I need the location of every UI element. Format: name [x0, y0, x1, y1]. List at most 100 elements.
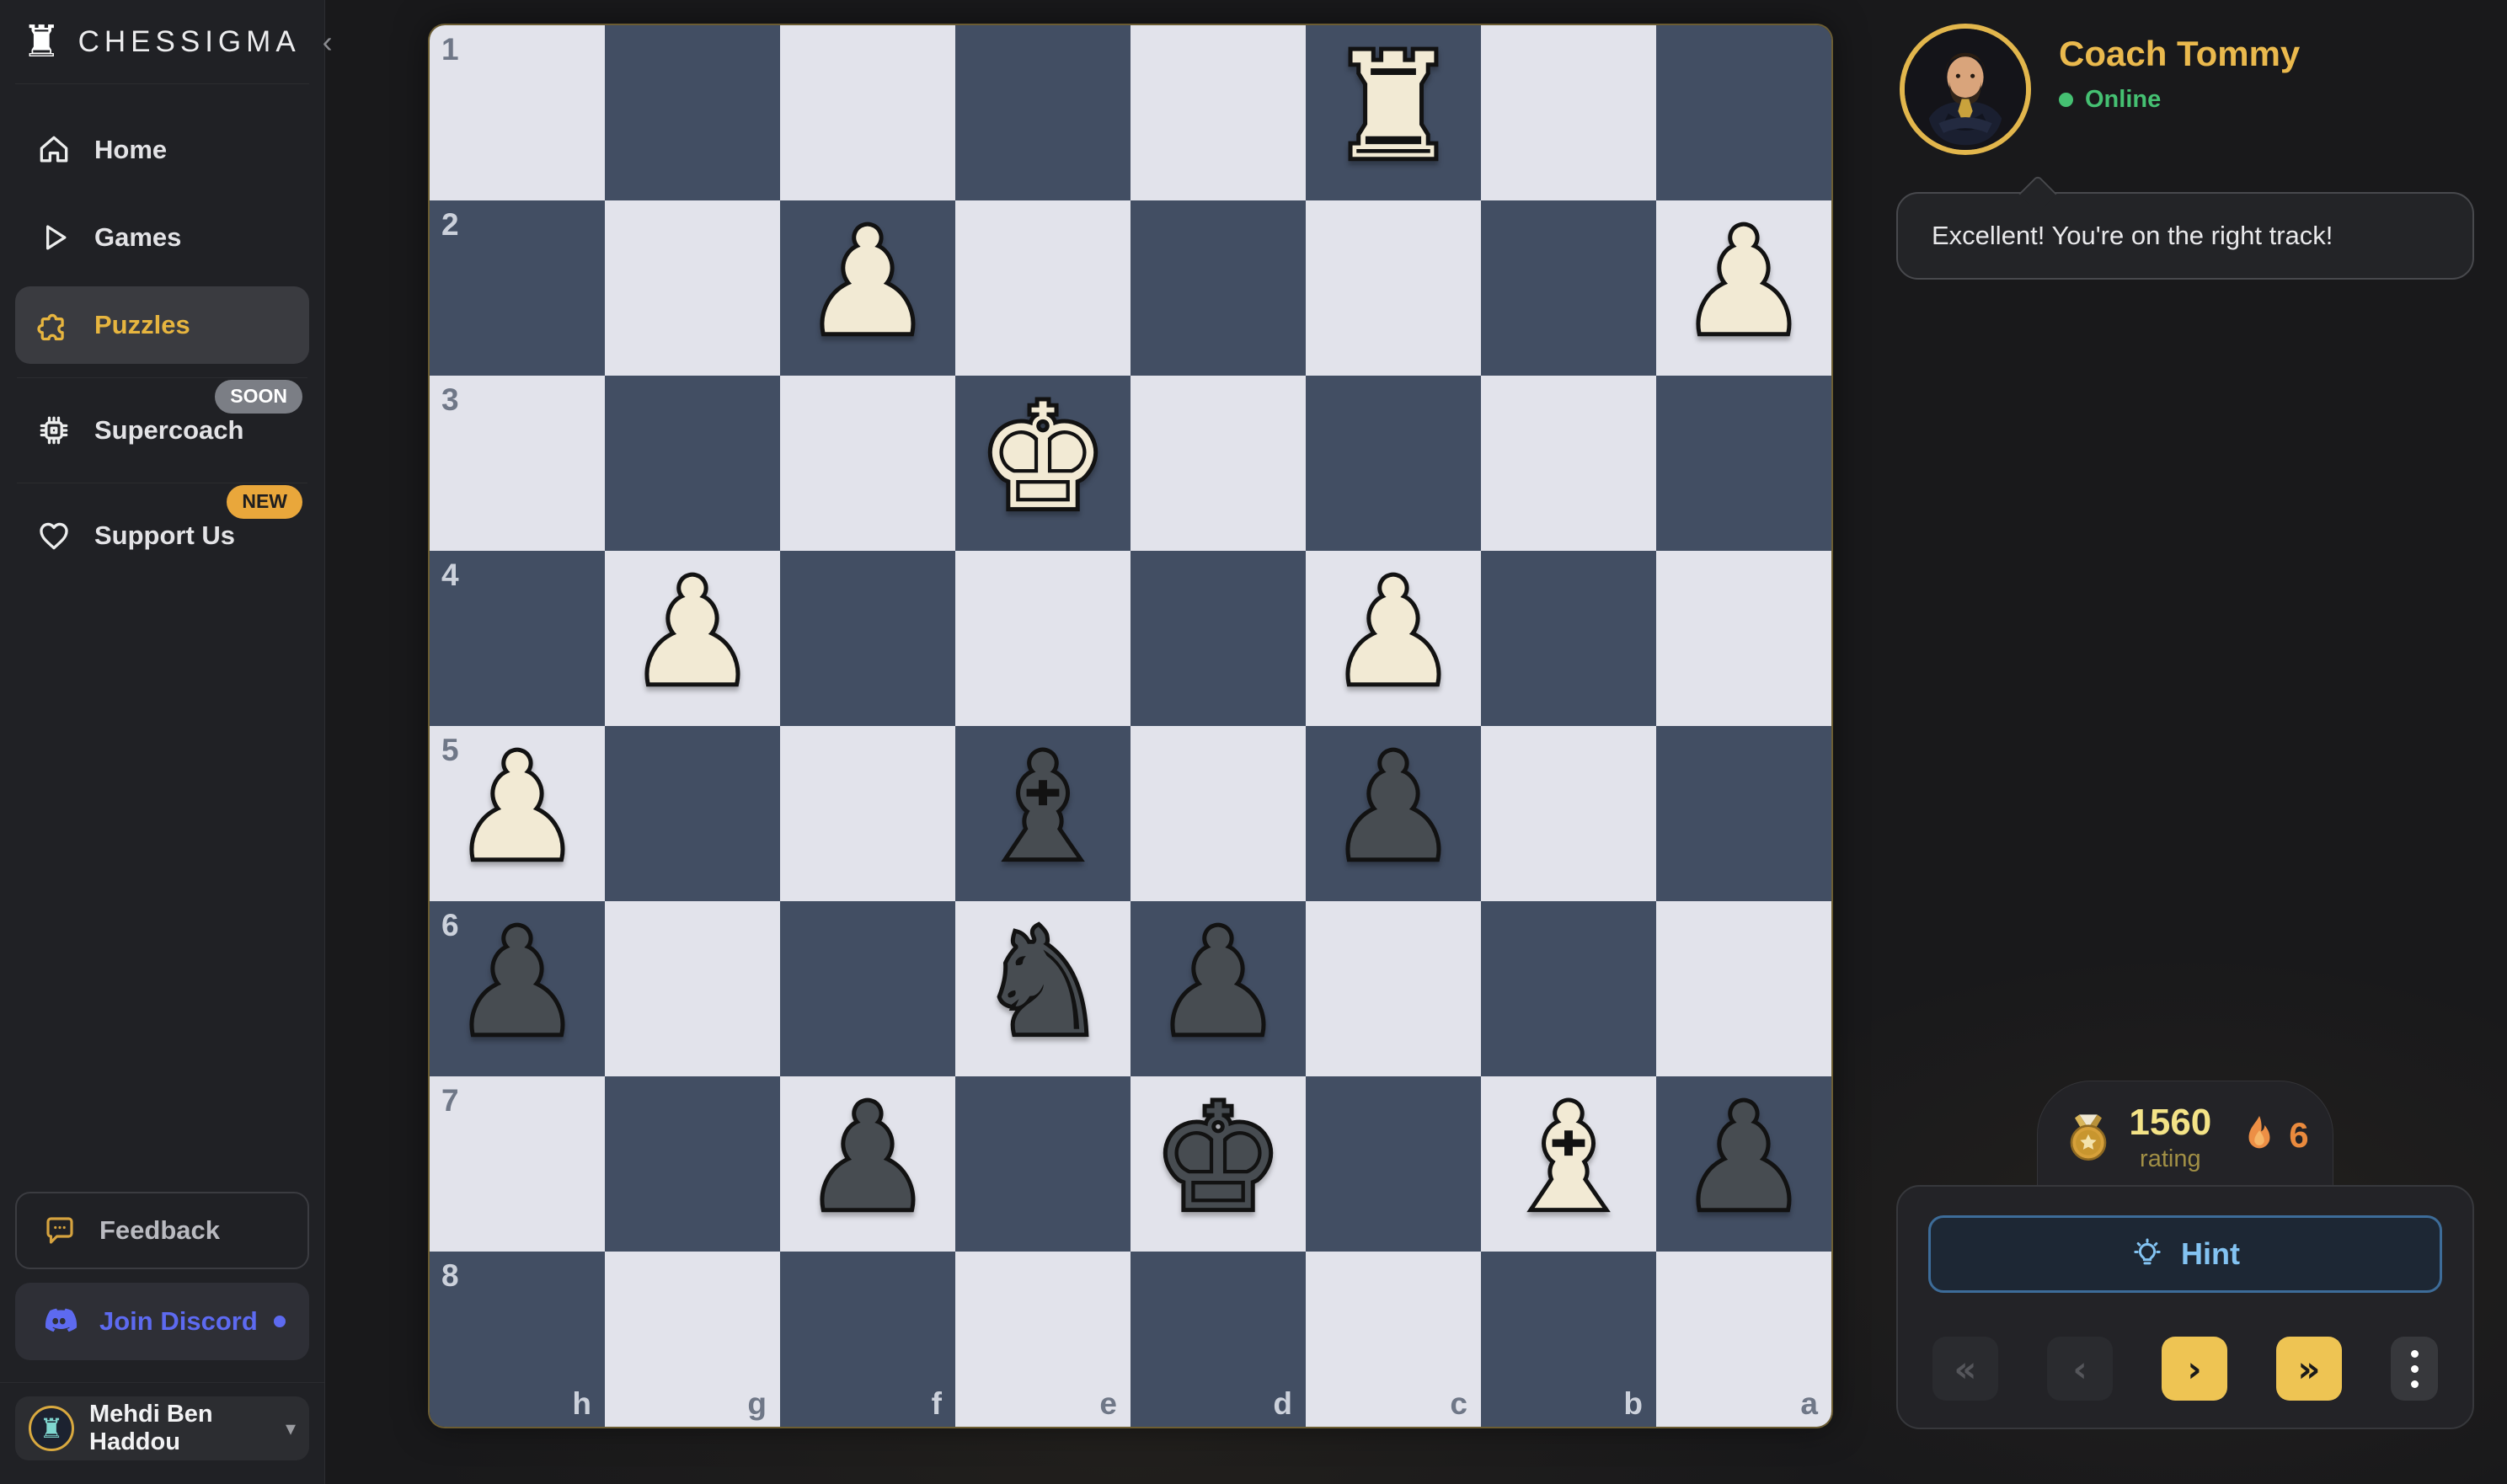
square-a1[interactable]	[1656, 25, 1831, 200]
rating-value: 1560	[2129, 1102, 2211, 1144]
square-a8[interactable]: a	[1656, 1252, 1831, 1427]
piece-white-pawn[interactable]: ♟♟	[1306, 551, 1481, 726]
sidebar-collapse-chevron-icon[interactable]: ‹	[318, 24, 338, 60]
piece-black-pawn[interactable]: ♟♟	[1306, 726, 1481, 901]
square-f6[interactable]	[780, 901, 955, 1076]
square-c5[interactable]: ♟♟	[1306, 726, 1481, 901]
rank-label-2: 2	[441, 207, 459, 243]
square-d5[interactable]	[1131, 726, 1306, 901]
square-d6[interactable]: ♟♟	[1131, 901, 1306, 1076]
square-b7[interactable]: ♝♝	[1481, 1076, 1656, 1252]
square-e1[interactable]	[955, 25, 1131, 200]
square-f3[interactable]	[780, 376, 955, 551]
feedback-button[interactable]: Feedback	[15, 1192, 309, 1269]
square-c1[interactable]: ♜♜	[1306, 25, 1481, 200]
square-b2[interactable]	[1481, 200, 1656, 376]
piece-white-pawn[interactable]: ♟♟	[780, 200, 955, 376]
square-a4[interactable]	[1656, 551, 1831, 726]
square-c6[interactable]	[1306, 901, 1481, 1076]
first-puzzle-button[interactable]: «	[1932, 1337, 1998, 1401]
square-e3[interactable]: ♚♚	[955, 376, 1131, 551]
square-g3[interactable]	[605, 376, 780, 551]
user-menu[interactable]: ♜ Mehdi Ben Haddou ▾	[15, 1396, 309, 1460]
piece-black-king[interactable]: ♚♚	[1131, 1076, 1306, 1252]
square-g4[interactable]: ♟♟	[605, 551, 780, 726]
square-h5[interactable]: 5♟♟	[430, 726, 605, 901]
square-g2[interactable]	[605, 200, 780, 376]
square-e7[interactable]	[955, 1076, 1131, 1252]
square-d1[interactable]	[1131, 25, 1306, 200]
square-d3[interactable]	[1131, 376, 1306, 551]
piece-black-pawn[interactable]: ♟♟	[1656, 1076, 1831, 1252]
square-g8[interactable]: g	[605, 1252, 780, 1427]
square-g7[interactable]	[605, 1076, 780, 1252]
square-h6[interactable]: 6♟♟	[430, 901, 605, 1076]
next-puzzle-button[interactable]: »	[2276, 1337, 2342, 1401]
square-a2[interactable]: ♟♟	[1656, 200, 1831, 376]
square-d8[interactable]: d	[1131, 1252, 1306, 1427]
sidebar-item-puzzles[interactable]: Puzzles	[15, 286, 309, 364]
square-h8[interactable]: 8h	[430, 1252, 605, 1427]
square-b4[interactable]	[1481, 551, 1656, 726]
flame-icon	[2240, 1113, 2279, 1157]
square-e4[interactable]	[955, 551, 1131, 726]
square-a7[interactable]: ♟♟	[1656, 1076, 1831, 1252]
square-c8[interactable]: c	[1306, 1252, 1481, 1427]
square-b1[interactable]	[1481, 25, 1656, 200]
square-h7[interactable]: 7	[430, 1076, 605, 1252]
piece-white-pawn[interactable]: ♟♟	[1656, 200, 1831, 376]
square-c4[interactable]: ♟♟	[1306, 551, 1481, 726]
square-f7[interactable]: ♟♟	[780, 1076, 955, 1252]
hint-button[interactable]: Hint	[1928, 1215, 2442, 1293]
square-a6[interactable]	[1656, 901, 1831, 1076]
square-g6[interactable]	[605, 901, 780, 1076]
sidebar-item-home[interactable]: Home	[15, 111, 309, 189]
piece-black-bishop[interactable]: ♝♝	[955, 726, 1131, 901]
square-e2[interactable]	[955, 200, 1131, 376]
square-c3[interactable]	[1306, 376, 1481, 551]
piece-black-knight[interactable]: ♞♞	[955, 901, 1131, 1076]
square-f2[interactable]: ♟♟	[780, 200, 955, 376]
square-b6[interactable]	[1481, 901, 1656, 1076]
piece-white-pawn[interactable]: ♟♟	[430, 726, 605, 901]
square-h4[interactable]: 4	[430, 551, 605, 726]
piece-black-pawn[interactable]: ♟♟	[780, 1076, 955, 1252]
square-b3[interactable]	[1481, 376, 1656, 551]
piece-white-king[interactable]: ♚♚	[955, 376, 1131, 551]
piece-white-rook[interactable]: ♜♜	[1306, 25, 1481, 200]
square-a3[interactable]	[1656, 376, 1831, 551]
square-h2[interactable]: 2	[430, 200, 605, 376]
previous-move-button[interactable]: ‹	[2047, 1337, 2113, 1401]
square-c2[interactable]	[1306, 200, 1481, 376]
square-e8[interactable]: e	[955, 1252, 1131, 1427]
square-f8[interactable]: f	[780, 1252, 955, 1427]
square-e6[interactable]: ♞♞	[955, 901, 1131, 1076]
square-d4[interactable]	[1131, 551, 1306, 726]
square-f1[interactable]	[780, 25, 955, 200]
square-g5[interactable]	[605, 726, 780, 901]
square-g1[interactable]	[605, 25, 780, 200]
square-d7[interactable]: ♚♚	[1131, 1076, 1306, 1252]
next-move-button[interactable]: ›	[2162, 1337, 2227, 1401]
square-a5[interactable]	[1656, 726, 1831, 901]
square-b5[interactable]	[1481, 726, 1656, 901]
square-d2[interactable]	[1131, 200, 1306, 376]
sidebar-item-games[interactable]: Games	[15, 199, 309, 276]
piece-black-pawn[interactable]: ♟♟	[430, 901, 605, 1076]
square-f4[interactable]	[780, 551, 955, 726]
piece-black-pawn[interactable]: ♟♟	[1131, 901, 1306, 1076]
sidebar-item-supercoach[interactable]: SOON Supercoach	[15, 392, 309, 469]
square-h1[interactable]: 1	[430, 25, 605, 200]
join-discord-button[interactable]: Join Discord	[15, 1283, 309, 1360]
more-options-button[interactable]	[2391, 1337, 2438, 1401]
square-b8[interactable]: b	[1481, 1252, 1656, 1427]
square-e5[interactable]: ♝♝	[955, 726, 1131, 901]
chevron-down-icon: ▾	[286, 1417, 296, 1441]
file-label-g: g	[747, 1386, 767, 1422]
piece-white-bishop[interactable]: ♝♝	[1481, 1076, 1656, 1252]
square-c7[interactable]	[1306, 1076, 1481, 1252]
square-h3[interactable]: 3	[430, 376, 605, 551]
piece-white-pawn[interactable]: ♟♟	[605, 551, 780, 726]
square-f5[interactable]	[780, 726, 955, 901]
sidebar-item-support-us[interactable]: NEW Support Us	[15, 497, 309, 574]
